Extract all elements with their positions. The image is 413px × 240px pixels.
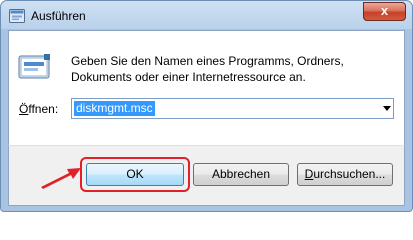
open-label-accelerator: Ö — [19, 102, 29, 116]
open-input-value[interactable]: diskmgmt.msc — [74, 101, 155, 116]
title-bar: Ausführen x — [1, 1, 412, 31]
instruction-line-1: Geben Sie den Namen eines Programms, Ord… — [71, 54, 344, 68]
run-dialog: Ausführen x Geben Sie den Namen eines Pr… — [0, 0, 413, 212]
browse-accelerator: D — [304, 167, 314, 181]
browse-button[interactable]: Durchsuchen... — [297, 163, 393, 186]
instruction-text: Geben Sie den Namen eines Programms, Ord… — [71, 53, 391, 85]
dropdown-arrow-icon[interactable] — [383, 106, 391, 111]
window-title: Ausführen — [31, 9, 86, 23]
run-window-icon — [9, 9, 25, 23]
close-icon: x — [380, 3, 389, 18]
instruction-line-2: Dokuments oder einer Internetressource a… — [71, 70, 306, 84]
close-button[interactable]: x — [363, 2, 406, 21]
open-combobox[interactable]: diskmgmt.msc — [71, 98, 394, 119]
open-label: Öffnen: — [19, 102, 58, 116]
open-label-text: ffnen: — [28, 102, 59, 116]
run-app-icon — [18, 54, 50, 79]
browse-label: urchsuchen... — [313, 167, 386, 181]
ok-button[interactable]: OK — [86, 163, 184, 186]
cancel-button[interactable]: Abbrechen — [193, 163, 289, 186]
annotation-arrow-icon — [41, 168, 81, 189]
